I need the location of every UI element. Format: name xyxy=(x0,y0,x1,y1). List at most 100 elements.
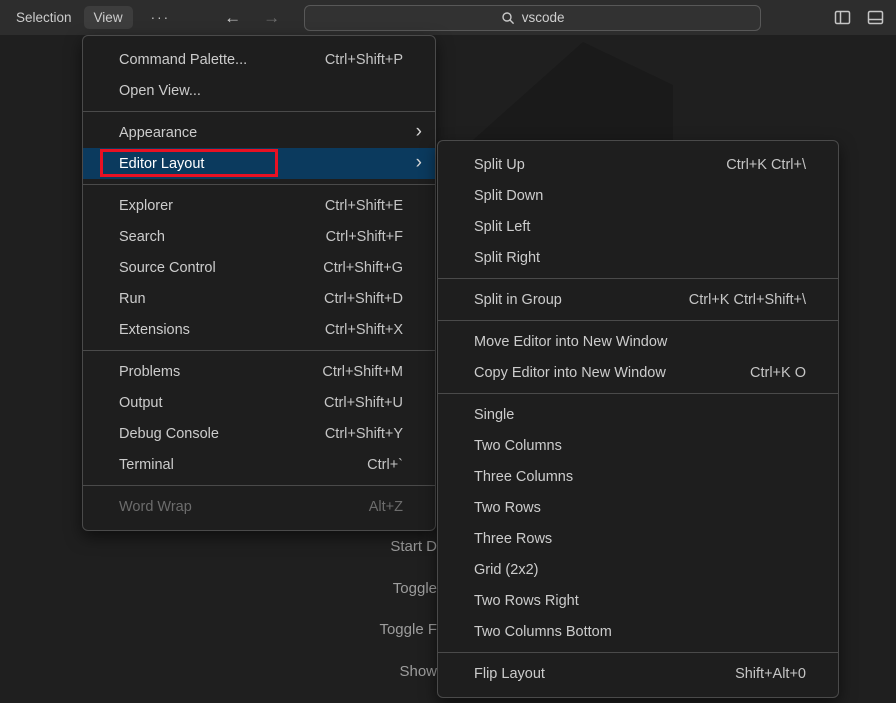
submenu-item-split-left[interactable]: Split Left xyxy=(438,211,838,242)
menu-item-label: Run xyxy=(119,291,146,307)
menu-item-editor-layout[interactable]: Editor Layout › xyxy=(83,148,435,179)
search-icon xyxy=(501,11,515,25)
menu-item-label: Three Rows xyxy=(474,531,552,547)
menu-item-label: Explorer xyxy=(119,198,173,214)
menu-item-shortcut: Ctrl+Shift+M xyxy=(322,364,403,380)
chevron-right-icon: › xyxy=(416,121,422,143)
search-value: vscode xyxy=(522,10,565,25)
menu-item-search[interactable]: Search Ctrl+Shift+F xyxy=(83,221,435,252)
submenu-item-two-rows[interactable]: Two Rows xyxy=(438,492,838,523)
vscode-window: Start D Toggle Toggle F Show Selection V… xyxy=(0,0,896,703)
watermark-shortcut-text: Show xyxy=(0,661,437,683)
menu-separator xyxy=(83,111,435,112)
submenu-item-copy-editor-into-new-window[interactable]: Copy Editor into New Window Ctrl+K O xyxy=(438,357,838,388)
submenu-item-two-rows-right[interactable]: Two Rows Right xyxy=(438,585,838,616)
menu-item-shortcut: Ctrl+Shift+P xyxy=(325,52,403,68)
watermark-shortcut-text: Toggle xyxy=(0,578,437,600)
menu-item-label: Source Control xyxy=(119,260,216,276)
submenu-item-three-columns[interactable]: Three Columns xyxy=(438,461,838,492)
go-forward-icon[interactable]: → xyxy=(257,7,286,28)
menu-item-label: Split Down xyxy=(474,188,543,204)
menu-item-shortcut: Ctrl+` xyxy=(367,457,403,473)
menu-item-output[interactable]: Output Ctrl+Shift+U xyxy=(83,387,435,418)
menu-item-word-wrap[interactable]: Word Wrap Alt+Z xyxy=(83,491,435,522)
menu-item-shortcut: Shift+Alt+0 xyxy=(735,666,806,682)
submenu-item-three-rows[interactable]: Three Rows xyxy=(438,523,838,554)
menu-item-label: Open View... xyxy=(119,83,201,99)
menu-item-label: Output xyxy=(119,395,163,411)
menu-item-label: Problems xyxy=(119,364,180,380)
menu-item-shortcut: Ctrl+K O xyxy=(750,365,806,381)
menu-item-label: Split Up xyxy=(474,157,525,173)
submenu-item-two-columns-bottom[interactable]: Two Columns Bottom xyxy=(438,616,838,647)
menu-item-label: Copy Editor into New Window xyxy=(474,365,666,381)
watermark-shortcut-text: Start D xyxy=(0,536,437,558)
layout-controls xyxy=(834,9,884,26)
menubar-more-icon[interactable]: ··· xyxy=(143,6,179,29)
menu-item-label: Word Wrap xyxy=(119,499,192,515)
menu-item-label: Editor Layout xyxy=(119,156,204,172)
menu-separator xyxy=(438,278,838,279)
submenu-item-move-editor-into-new-window[interactable]: Move Editor into New Window xyxy=(438,326,838,357)
menu-item-explorer[interactable]: Explorer Ctrl+Shift+E xyxy=(83,190,435,221)
go-back-icon[interactable]: ← xyxy=(218,7,247,28)
menu-item-shortcut: Ctrl+Shift+D xyxy=(324,291,403,307)
menu-item-terminal[interactable]: Terminal Ctrl+` xyxy=(83,449,435,480)
menu-separator xyxy=(83,350,435,351)
menu-item-appearance[interactable]: Appearance › xyxy=(83,117,435,148)
submenu-item-split-up[interactable]: Split Up Ctrl+K Ctrl+\ xyxy=(438,149,838,180)
menu-item-label: Extensions xyxy=(119,322,190,338)
menu-item-label: Flip Layout xyxy=(474,666,545,682)
submenu-item-split-down[interactable]: Split Down xyxy=(438,180,838,211)
menu-item-debug-console[interactable]: Debug Console Ctrl+Shift+Y xyxy=(83,418,435,449)
menu-item-extensions[interactable]: Extensions Ctrl+Shift+X xyxy=(83,314,435,345)
vscode-logo-watermark xyxy=(455,37,680,140)
menu-item-label: Search xyxy=(119,229,165,245)
menu-item-run[interactable]: Run Ctrl+Shift+D xyxy=(83,283,435,314)
menu-item-problems[interactable]: Problems Ctrl+Shift+M xyxy=(83,356,435,387)
menu-item-label: Grid (2x2) xyxy=(474,562,538,578)
titlebar: Selection View ··· ← → vscode xyxy=(0,0,896,35)
watermark-shortcut-text: Toggle F xyxy=(0,619,437,641)
menu-item-command-palette[interactable]: Command Palette... Ctrl+Shift+P xyxy=(83,44,435,75)
menu-separator xyxy=(438,320,838,321)
menu-separator xyxy=(438,652,838,653)
submenu-item-grid-2x2[interactable]: Grid (2x2) xyxy=(438,554,838,585)
menu-separator xyxy=(83,184,435,185)
menu-item-label: Three Columns xyxy=(474,469,573,485)
menu-item-label: Two Rows Right xyxy=(474,593,579,609)
menu-item-label: Split Left xyxy=(474,219,530,235)
menubar-item-view[interactable]: View xyxy=(84,6,133,29)
menu-item-label: Two Columns Bottom xyxy=(474,624,612,640)
editor-layout-submenu: Split Up Ctrl+K Ctrl+\ Split Down Split … xyxy=(437,140,839,698)
menu-item-source-control[interactable]: Source Control Ctrl+Shift+G xyxy=(83,252,435,283)
submenu-item-two-columns[interactable]: Two Columns xyxy=(438,430,838,461)
submenu-item-single[interactable]: Single xyxy=(438,399,838,430)
menu-item-shortcut: Ctrl+Shift+U xyxy=(324,395,403,411)
menu-item-label: Two Columns xyxy=(474,438,562,454)
menu-item-open-view[interactable]: Open View... xyxy=(83,75,435,106)
menu-item-shortcut: Alt+Z xyxy=(369,499,403,515)
submenu-item-flip-layout[interactable]: Flip Layout Shift+Alt+0 xyxy=(438,658,838,689)
menu-item-shortcut: Ctrl+Shift+G xyxy=(323,260,403,276)
menu-item-shortcut: Ctrl+K Ctrl+Shift+\ xyxy=(689,292,806,308)
menu-separator xyxy=(83,485,435,486)
menu-item-label: Appearance xyxy=(119,125,197,141)
toggle-panel-icon[interactable] xyxy=(867,9,884,26)
menu-item-shortcut: Ctrl+K Ctrl+\ xyxy=(726,157,806,173)
menu-item-label: Move Editor into New Window xyxy=(474,334,667,350)
menubar-item-selection[interactable]: Selection xyxy=(6,6,82,29)
command-center-search[interactable]: vscode xyxy=(304,5,761,31)
menu-item-label: Two Rows xyxy=(474,500,541,516)
menu-item-label: Single xyxy=(474,407,514,423)
menu-item-label: Split in Group xyxy=(474,292,562,308)
submenu-item-split-right[interactable]: Split Right xyxy=(438,242,838,273)
menu-item-shortcut: Ctrl+Shift+Y xyxy=(325,426,403,442)
menu-item-label: Terminal xyxy=(119,457,174,473)
submenu-item-split-in-group[interactable]: Split in Group Ctrl+K Ctrl+Shift+\ xyxy=(438,284,838,315)
toggle-sidebar-icon[interactable] xyxy=(834,9,851,26)
chevron-right-icon: › xyxy=(416,152,422,174)
menu-item-label: Split Right xyxy=(474,250,540,266)
menu-separator xyxy=(438,393,838,394)
menu-item-label: Command Palette... xyxy=(119,52,247,68)
